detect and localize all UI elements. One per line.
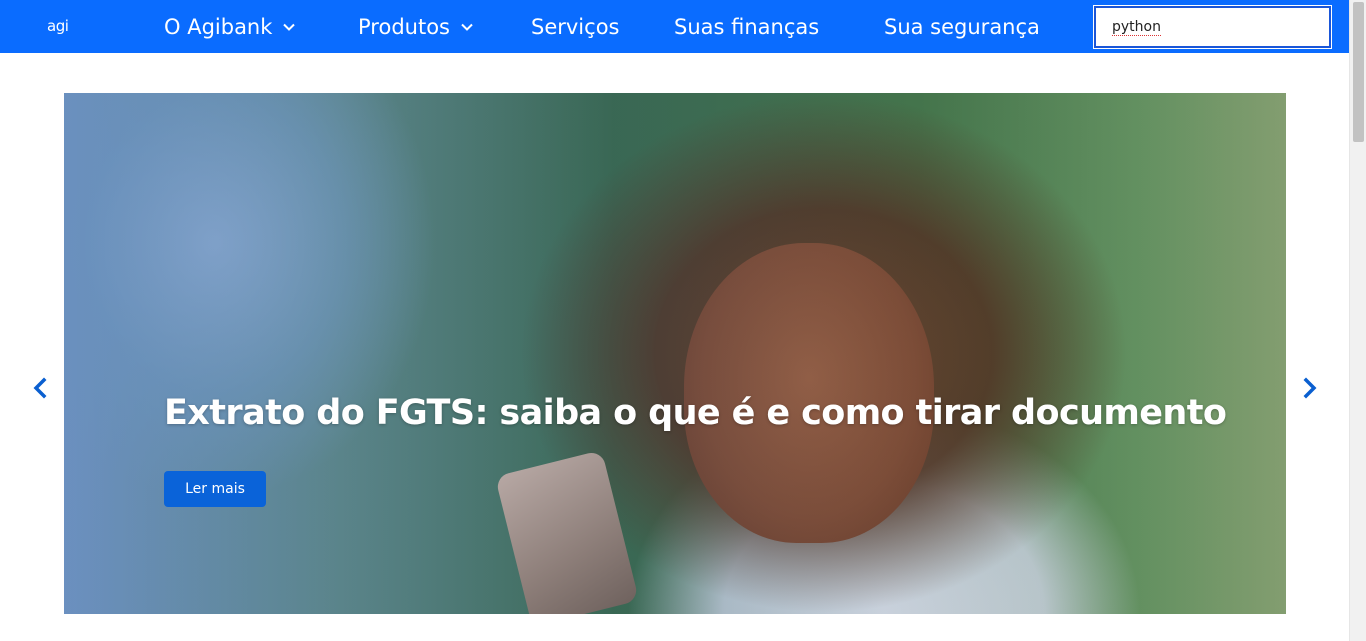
nav-produtos[interactable]: Produtos xyxy=(358,13,474,41)
nav-sua-seguranca[interactable]: Sua segurança xyxy=(884,13,1040,41)
chevron-down-icon xyxy=(282,20,296,34)
nav-label: Suas finanças xyxy=(674,15,820,39)
search-input[interactable]: python xyxy=(1093,5,1332,49)
top-navbar: agi O Agibank Produtos Serviços Suas fin… xyxy=(0,0,1349,53)
hero-banner: Extrato do FGTS: saiba o que é e como ti… xyxy=(64,93,1286,614)
nav-o-agibank[interactable]: O Agibank xyxy=(164,13,296,41)
nav-label: Serviços xyxy=(531,15,620,39)
chevron-right-icon xyxy=(1302,377,1318,403)
carousel-next-button[interactable] xyxy=(1286,366,1334,414)
nav-suas-financas[interactable]: Suas finanças xyxy=(674,13,819,41)
page-scrollbar[interactable] xyxy=(1349,0,1366,641)
nav-label: Sua segurança xyxy=(884,15,1040,39)
nav-servicos[interactable]: Serviços xyxy=(531,13,619,41)
hero-title: Extrato do FGTS: saiba o que é e como ti… xyxy=(164,393,1227,433)
chevron-left-icon xyxy=(32,377,48,403)
nav-label: Produtos xyxy=(358,15,450,39)
nav-label: O Agibank xyxy=(164,15,273,39)
scrollbar-thumb[interactable] xyxy=(1353,2,1364,142)
search-input-value: python xyxy=(1112,18,1161,36)
read-more-button[interactable]: Ler mais xyxy=(164,471,266,507)
carousel-prev-button[interactable] xyxy=(16,366,64,414)
agibank-logo[interactable]: agi xyxy=(47,17,69,35)
chevron-down-icon xyxy=(460,20,474,34)
hero-photo-phone xyxy=(494,449,640,614)
